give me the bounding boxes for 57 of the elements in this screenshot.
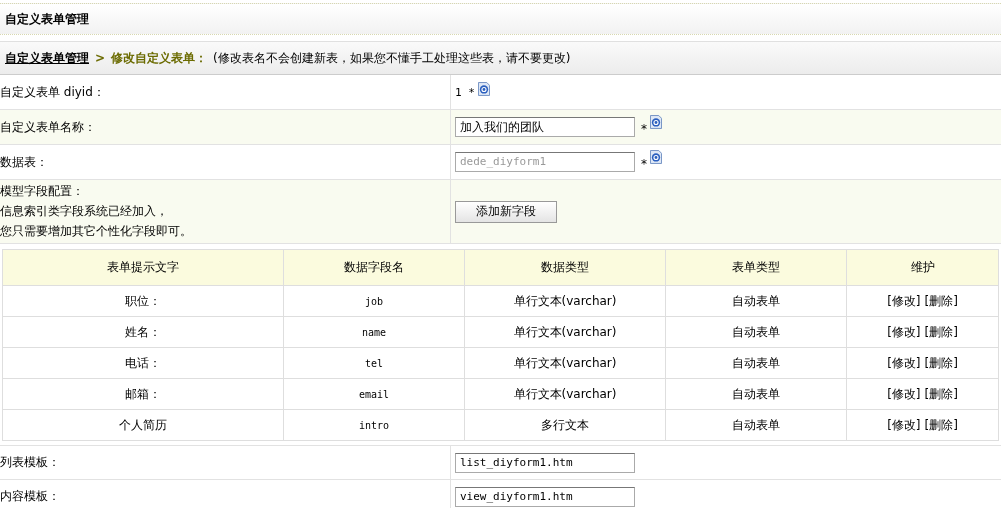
field-label: 内容模板：	[0, 488, 60, 505]
column-header: 表单类型	[665, 249, 847, 286]
required-mark: *	[641, 157, 647, 171]
add-field-button[interactable]: 添加新字段	[455, 200, 557, 223]
text-input[interactable]: list_diyform1.htm	[455, 452, 635, 473]
action-link[interactable]: [删除]	[924, 416, 958, 434]
table-cell: 姓名：	[2, 316, 284, 348]
field-label: 列表模板：	[0, 454, 60, 471]
action-link[interactable]: [修改]	[887, 292, 921, 310]
table-cell: 单行文本(varchar)	[464, 347, 666, 379]
action-link[interactable]: [修改]	[887, 416, 921, 434]
breadcrumb-separator: >	[95, 51, 106, 65]
breadcrumb-note: (修改表名不会创建新表，如果您不懂手工处理这些表，请不要更改)	[213, 49, 571, 67]
table-cell: job	[283, 285, 465, 317]
table-cell: 职位：	[2, 285, 284, 317]
table-cell: intro	[283, 409, 465, 441]
help-icon[interactable]	[650, 115, 662, 129]
page-title: 自定义表单管理	[5, 10, 89, 28]
required-mark: *	[641, 122, 647, 136]
table-cell: 邮箱：	[2, 378, 284, 410]
action-link[interactable]: [修改]	[887, 323, 921, 341]
field-label: 信息索引类字段系统已经加入，	[0, 203, 169, 220]
text-input[interactable]: 加入我们的团队	[455, 117, 635, 137]
action-link[interactable]: [修改]	[887, 385, 921, 403]
column-header: 数据字段名	[283, 249, 465, 286]
field-label: 您只需要增加其它个性化字段即可。	[0, 223, 192, 240]
table-cell: 自动表单	[665, 316, 847, 348]
table-cell: 自动表单	[665, 347, 847, 379]
column-header: 表单提示文字	[2, 249, 284, 286]
field-value: 1 *	[455, 85, 475, 99]
table-cell: 个人简历	[2, 409, 284, 441]
table-cell: 单行文本(varchar)	[464, 316, 666, 348]
table-cell: 多行文本	[464, 409, 666, 441]
field-label: 模型字段配置：	[0, 183, 85, 200]
field-label: 数据表：	[0, 153, 48, 171]
table-cell: 电话：	[2, 347, 284, 379]
breadcrumb-link[interactable]: 自定义表单管理	[5, 49, 89, 67]
action-link[interactable]: [修改]	[887, 354, 921, 372]
table-cell: 单行文本(varchar)	[464, 285, 666, 317]
action-link[interactable]: [删除]	[924, 292, 958, 310]
column-header: 数据类型	[464, 249, 666, 286]
text-input[interactable]: view_diyform1.htm	[455, 486, 635, 507]
action-link[interactable]: [删除]	[924, 385, 958, 403]
help-icon[interactable]	[477, 82, 490, 96]
table-cell: 自动表单	[665, 409, 847, 441]
table-cell: 自动表单	[665, 285, 847, 317]
field-label: 自定义表单名称：	[0, 118, 96, 136]
table-cell: 自动表单	[665, 378, 847, 410]
table-cell: 单行文本(varchar)	[464, 378, 666, 410]
table-cell: email	[283, 378, 465, 410]
action-link[interactable]: [删除]	[924, 354, 958, 372]
field-label: 自定义表单 diyid：	[0, 83, 105, 101]
column-header: 维护	[846, 249, 999, 286]
breadcrumb-current: 修改自定义表单：	[111, 49, 208, 67]
table-cell: name	[283, 316, 465, 348]
action-link[interactable]: [删除]	[924, 323, 958, 341]
table-cell: tel	[283, 347, 465, 379]
